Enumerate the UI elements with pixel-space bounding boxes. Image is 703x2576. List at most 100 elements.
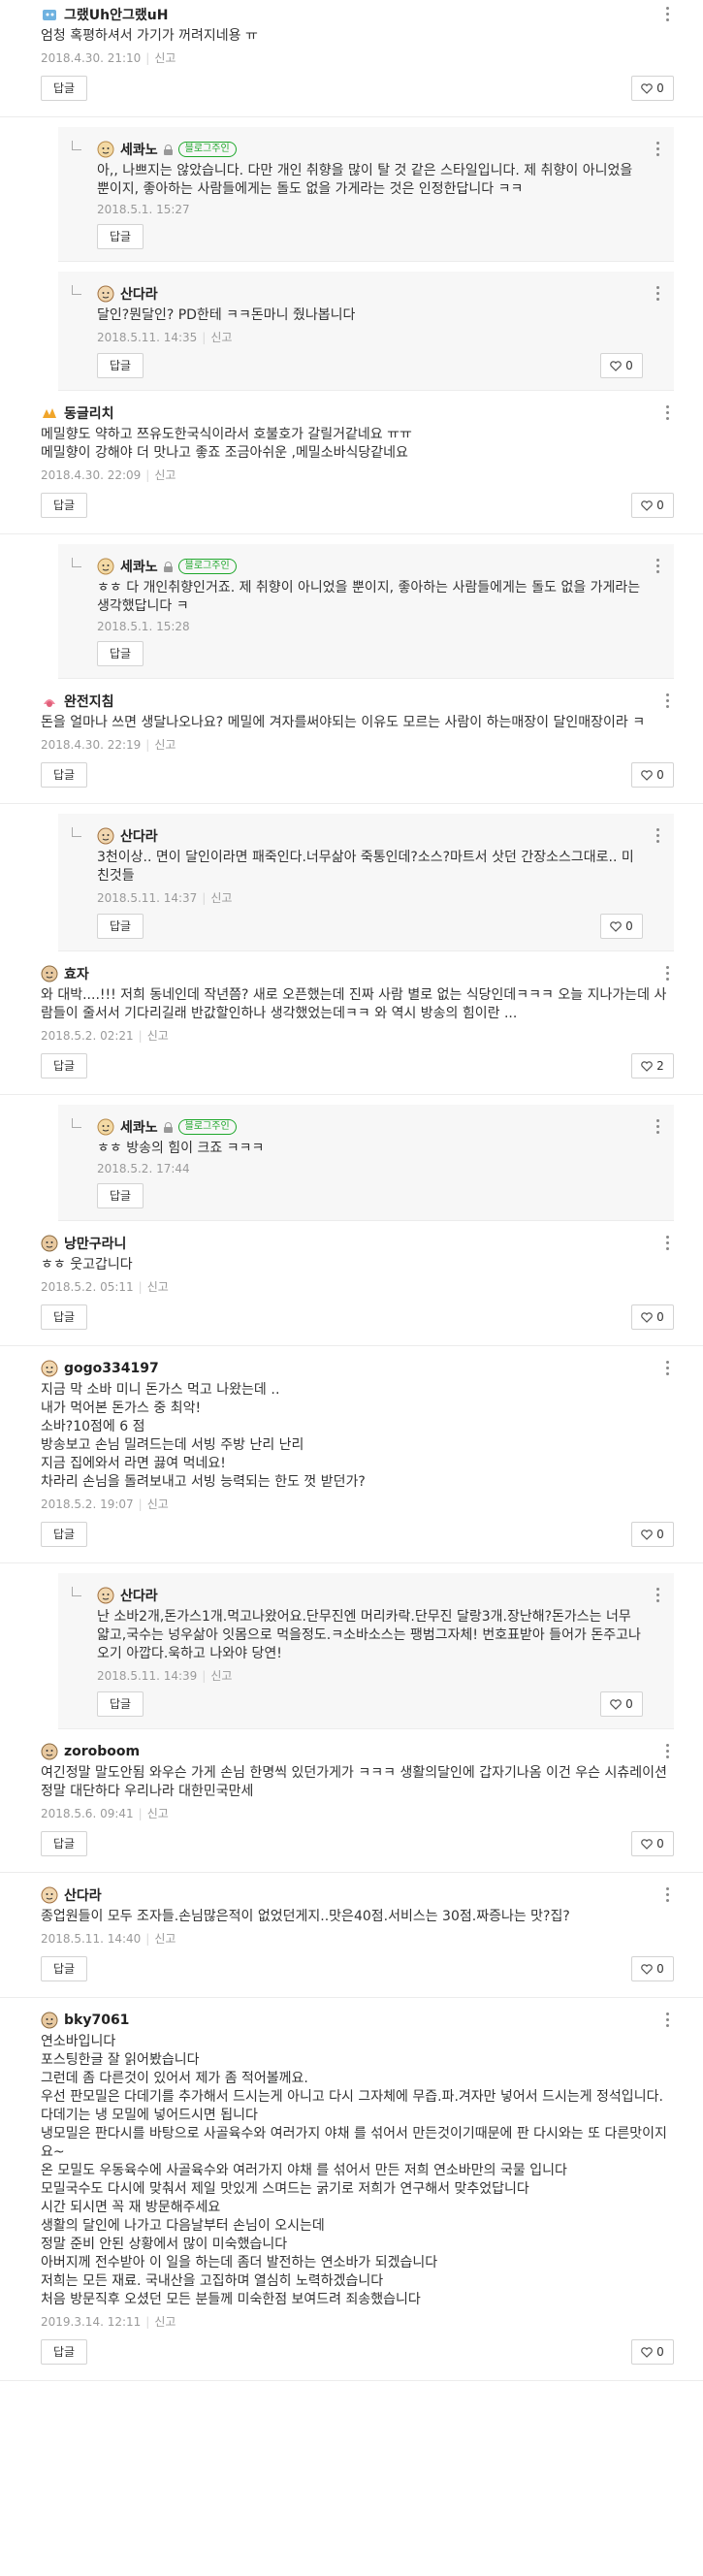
reply-meta: 2018.5.11. 14:37 | 신고 (97, 889, 643, 906)
reply-button[interactable]: 답글 (41, 1522, 88, 1547)
like-button[interactable]: 0 (631, 493, 674, 518)
comment-author[interactable]: 완전지침 (64, 692, 114, 711)
like-button[interactable]: 0 (631, 1831, 674, 1856)
report-link[interactable]: 신고 (210, 1669, 232, 1683)
reply-button[interactable]: 답글 (97, 1183, 144, 1208)
more-options-icon[interactable] (666, 693, 670, 709)
reply-actions: 답글 (97, 641, 643, 668)
comment-author[interactable]: gogo334197 (64, 1361, 159, 1376)
reply-button[interactable]: 답글 (41, 1831, 88, 1856)
more-options-icon[interactable] (666, 966, 670, 982)
like-button[interactable]: 0 (631, 1304, 674, 1330)
more-options-icon[interactable] (656, 1119, 660, 1135)
avatar-icon (97, 827, 114, 845)
comment: 완전지침 돈을 얼마나 쓰면 생달나오나요? 메밀에 겨자를써야되는 이유도 모… (0, 679, 703, 804)
reply-author[interactable]: 산다라 (120, 1586, 158, 1605)
reply-author[interactable]: 산다라 (120, 284, 158, 304)
reply-button[interactable]: 답글 (41, 76, 88, 101)
report-link[interactable]: 신고 (147, 1029, 169, 1043)
more-options-icon[interactable] (666, 2012, 670, 2028)
more-options-icon[interactable] (666, 405, 670, 421)
meta-separator: | (138, 1497, 143, 1511)
like-count: 0 (656, 1528, 664, 1541)
more-options-icon[interactable] (666, 1361, 670, 1376)
reply-button[interactable]: 답글 (41, 762, 88, 788)
more-options-icon[interactable] (666, 1887, 670, 1903)
meta-separator: | (145, 738, 150, 752)
comment-author[interactable]: bky7061 (64, 2012, 129, 2028)
reply-button[interactable]: 답글 (97, 914, 144, 939)
comment-author[interactable]: 산다라 (64, 1885, 102, 1905)
comment-header: 효자 (41, 963, 674, 984)
comment-date: 2019.3.14. 12:11 (41, 2315, 142, 2329)
reply-button[interactable]: 답글 (97, 641, 144, 666)
avatar-icon (97, 1587, 114, 1604)
report-link[interactable]: 신고 (154, 1932, 176, 1946)
reply-button[interactable]: 답글 (41, 2339, 88, 2365)
comment-meta: 2018.5.2. 19:07 | 신고 (41, 1496, 674, 1512)
report-link[interactable]: 신고 (147, 1497, 169, 1511)
report-link[interactable]: 신고 (147, 1280, 169, 1294)
avatar-icon (41, 1360, 58, 1377)
meta-separator: | (138, 1280, 143, 1294)
report-link[interactable]: 신고 (147, 1807, 169, 1820)
reply-button[interactable]: 답글 (41, 1053, 88, 1079)
reply-meta: 2018.5.2. 17:44 (97, 1162, 643, 1175)
more-options-icon[interactable] (656, 142, 660, 157)
more-options-icon[interactable] (656, 286, 660, 302)
comment-date: 2018.5.2. 02:21 (41, 1029, 134, 1043)
reply-arrow-icon (72, 558, 81, 567)
reply-button[interactable]: 답글 (41, 493, 88, 518)
like-button[interactable]: 0 (600, 914, 643, 939)
like-button[interactable]: 0 (600, 353, 643, 378)
more-options-icon[interactable] (656, 1588, 660, 1603)
comment-author[interactable]: 동글리치 (64, 403, 114, 423)
meta-separator: | (145, 2315, 150, 2329)
like-button[interactable]: 0 (631, 1956, 674, 1981)
comment-header: 산다라 (41, 1884, 674, 1906)
reply-arrow-icon (72, 141, 81, 150)
lock-icon (163, 561, 173, 572)
like-button[interactable]: 0 (631, 76, 674, 101)
comment-author[interactable]: zoroboom (64, 1744, 140, 1759)
reply-author[interactable]: 세콰노 (120, 140, 158, 159)
reply-button[interactable]: 답글 (97, 353, 144, 378)
reply-button[interactable]: 답글 (41, 1304, 88, 1330)
owner-badge: 블로그주인 (177, 142, 237, 157)
comment-author[interactable]: 낭만구라니 (64, 1234, 126, 1253)
like-button[interactable]: 0 (631, 2339, 674, 2365)
reply-author[interactable]: 세콰노 (120, 1117, 158, 1137)
report-link[interactable]: 신고 (210, 331, 232, 344)
more-options-icon[interactable] (666, 1744, 670, 1759)
reply-author[interactable]: 세콰노 (120, 557, 158, 576)
reply-date: 2018.5.11. 14:39 (97, 1669, 198, 1683)
like-button[interactable]: 2 (631, 1053, 674, 1079)
reply-author[interactable]: 산다라 (120, 826, 158, 846)
report-link[interactable]: 신고 (154, 738, 176, 752)
reply-text: 달인?뭔달인? PD한테 ㅋㅋ돈마니 줬나봅니다 (97, 307, 356, 323)
comment-author[interactable]: 효자 (64, 964, 89, 983)
like-button[interactable]: 0 (631, 1522, 674, 1547)
report-link[interactable]: 신고 (154, 468, 176, 482)
more-options-icon[interactable] (666, 7, 670, 22)
reply-date: 2018.5.11. 14:37 (97, 891, 198, 905)
more-options-icon[interactable] (666, 1236, 670, 1251)
more-options-icon[interactable] (656, 559, 660, 574)
meta-separator: | (145, 51, 150, 65)
owner-badge: 블로그주인 (177, 559, 237, 574)
comment-author[interactable]: 그랬Uh안그랬uH (64, 5, 168, 24)
reply-meta: 2018.5.1. 15:28 (97, 620, 643, 633)
report-link[interactable]: 신고 (154, 51, 176, 65)
reply-button[interactable]: 답글 (97, 224, 144, 249)
comment-actions: 답글 0 (41, 762, 674, 789)
report-link[interactable]: 신고 (210, 891, 232, 905)
reply-arrow-icon (72, 827, 81, 837)
reply-button[interactable]: 답글 (97, 1691, 144, 1717)
report-link[interactable]: 신고 (154, 2315, 176, 2329)
like-button[interactable]: 0 (600, 1691, 643, 1717)
more-options-icon[interactable] (656, 828, 660, 844)
like-button[interactable]: 0 (631, 762, 674, 788)
reply-button[interactable]: 답글 (41, 1956, 88, 1981)
